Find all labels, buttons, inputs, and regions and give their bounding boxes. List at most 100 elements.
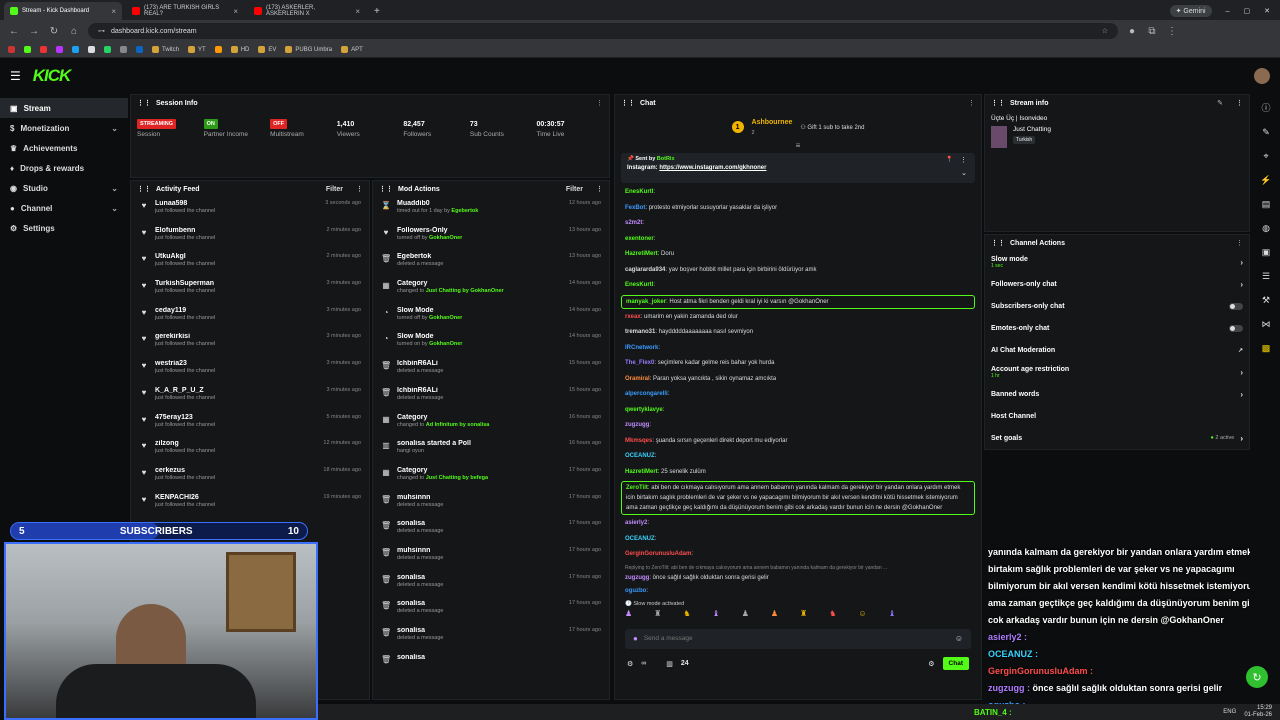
bookmark-icon[interactable] (88, 46, 95, 53)
menu-dots-icon[interactable]: ⋮ (1166, 26, 1178, 37)
info-icon[interactable]: ⓘ (1261, 101, 1270, 114)
activity-row[interactable]: ♥ Lunaa598 just followed the channel 3 seco… (131, 197, 369, 224)
mod-action-row[interactable]: ◔ Slow Mode turned on by GokhanOner 14 hour… (373, 330, 609, 357)
extensions-puzzle-icon[interactable]: ⧉ (1146, 26, 1158, 37)
chat-username[interactable]: GerginGorunusluAdam (625, 551, 691, 557)
external-link-icon[interactable]: ↗ (1238, 347, 1243, 354)
mod-action-row[interactable]: 🗑 muhsinnn deleted a message 17 hours ago (373, 491, 609, 518)
chat-message-highlighted[interactable]: ZeroTilt: abi ben de cıkmaya calısıyorum… (621, 481, 975, 515)
mod-action-row[interactable]: ▥ sonalisa started a Poll hangi oyun 16 ho… (373, 437, 609, 464)
chat-username[interactable]: asierly2 (625, 520, 647, 526)
mod-action-highlight[interactable]: Just Chatting by befega (426, 475, 488, 481)
activity-user[interactable]: UtkuAkgl (155, 253, 320, 260)
activity-user[interactable]: Lunaa598 (155, 200, 319, 207)
chat-username[interactable]: OCEANUZ (625, 536, 655, 542)
emote-icon[interactable]: ♜ (654, 609, 661, 623)
mod-action-row[interactable]: 🗑 IchbinR6ALi deleted a message 15 hours a… (373, 384, 609, 411)
browser-tab-kick[interactable]: Stream - Kick Dashboard × (4, 2, 122, 20)
chat-message[interactable]: GerginGorunusluAdam: (615, 547, 981, 563)
more-options-icon[interactable]: ⋮ (1236, 239, 1243, 247)
chat-message[interactable]: IRCnetwork: (615, 341, 981, 357)
bookmark-twitch[interactable]: Twitch (152, 46, 179, 53)
hamburger-menu-icon[interactable]: ☰ (10, 69, 21, 83)
channel-action-banned-words[interactable]: Banned words › (985, 383, 1249, 405)
chat-message[interactable]: zugzugg: önce sağlıl sağlık olduktan son… (615, 573, 981, 583)
lightning-icon[interactable]: ⚡ (1260, 175, 1271, 186)
close-tab-icon[interactable]: × (233, 7, 238, 16)
chat-message[interactable]: caglararda934: yav boşver hobbit millet … (615, 263, 981, 279)
more-options-icon[interactable]: ⋮ (596, 185, 603, 193)
mod-action-row[interactable]: ⌛ Muaddib0 timed out for 1 day by Egeberto… (373, 197, 609, 224)
infinity-icon[interactable]: ∞ (641, 660, 646, 667)
activity-user[interactable]: KENPACHI26 (155, 494, 317, 501)
channel-action-ai-chat-moderation[interactable]: AI Chat Moderation ↗ (985, 339, 1249, 361)
settings-icon[interactable]: ⚙ (627, 660, 633, 668)
mod-action-row[interactable]: 🗑 sonalisa deleted a message 17 hours ago (373, 571, 609, 598)
activity-user[interactable]: Elofumbenn (155, 227, 320, 234)
emote-icon[interactable]: ♟ (625, 609, 632, 623)
mod-action-highlight[interactable]: Egebertok (451, 208, 478, 214)
toggle-switch[interactable] (1229, 302, 1243, 310)
emote-icon[interactable]: ♞ (829, 609, 836, 623)
activity-user[interactable]: TurkishSuperman (155, 280, 320, 287)
activity-row[interactable]: ♥ gerekirkisi just followed the channel 3 m… (131, 330, 369, 357)
mod-action-highlight[interactable]: GokhanOner (429, 235, 462, 241)
chat-message[interactable]: HazretiMert: Doru (615, 247, 981, 263)
gift-sub-button[interactable]: ⚇ Gift 1 sub to take 2nd (800, 124, 864, 131)
mod-action-highlight[interactable]: Ad Infinitum by sonalisa (426, 422, 490, 428)
keyboard-language[interactable]: ENG (1223, 709, 1236, 715)
pencil-icon[interactable]: ✎ (1262, 127, 1270, 138)
activity-row[interactable]: ♥ KENPACHI26 just followed the channel 19 m… (131, 491, 369, 518)
emote-icon[interactable]: ♜ (800, 609, 807, 623)
filter-button[interactable]: Filter (326, 186, 343, 193)
chat-username[interactable]: s2m2t (625, 220, 642, 226)
chat-username[interactable]: EnesKurtl (625, 189, 653, 195)
bookmark-pubg[interactable]: PUBG Umbra (285, 46, 332, 53)
chat-message[interactable]: s2m2t: (615, 216, 981, 232)
activity-row[interactable]: ♥ zilzong just followed the channel 12 minu… (131, 437, 369, 464)
chat-bubble-icon[interactable]: ◍ (1262, 223, 1270, 234)
chat-message[interactable]: Oramiral: Paran yoksa yancıkta , sikin o… (615, 372, 981, 388)
activity-user[interactable]: westria23 (155, 360, 320, 367)
bookmark-icon[interactable] (56, 46, 63, 53)
chat-input[interactable] (643, 635, 949, 642)
sidebar-item-studio[interactable]: ◉ Studio ⌄ (0, 178, 128, 198)
activity-user[interactable]: cerkezus (155, 467, 317, 474)
site-info-icon[interactable]: ⊶ (98, 27, 105, 35)
chat-username[interactable]: The_Flex0 (625, 360, 654, 366)
activity-user[interactable]: gerekirkisi (155, 333, 320, 340)
chat-username[interactable]: alpercongarelli (625, 391, 668, 397)
bookmark-icon[interactable] (40, 46, 47, 53)
pinned-link[interactable]: https://www.instagram.com/gkhnoner (659, 165, 766, 171)
gemini-button[interactable]: ✦ Gemini (1169, 5, 1212, 17)
channel-action-account-age-restriction[interactable]: Account age restriction 1 hr › (985, 361, 1249, 383)
bookmark-apt[interactable]: APT (341, 46, 363, 53)
mod-action-highlight[interactable]: GokhanOner (429, 315, 462, 321)
mod-action-row[interactable]: 🗑 IchbinR6ALi deleted a message 15 hours a… (373, 357, 609, 384)
unpin-icon[interactable]: 📍 (946, 156, 953, 163)
activity-row[interactable]: ♥ ceday119 just followed the channel 3 minu… (131, 304, 369, 331)
toggle-switch[interactable] (1229, 324, 1243, 332)
chat-message[interactable]: oguzbo: (615, 583, 981, 599)
drag-handle-icon[interactable]: ⋮⋮ (991, 99, 1005, 107)
avatar[interactable] (1254, 68, 1270, 84)
chat-message[interactable]: exentoner: (615, 232, 981, 248)
drag-handle-icon[interactable]: ⋮⋮ (379, 185, 393, 193)
chat-username[interactable]: ZeroTilt (626, 485, 648, 491)
bookmark-icon[interactable] (72, 46, 79, 53)
mod-action-row[interactable]: 🗑 muhsinnn deleted a message 17 hours ago (373, 544, 609, 571)
more-options-icon[interactable]: ⋮ (596, 99, 603, 107)
chat-message[interactable]: tremano31: haydddddaaaaaaaa nasıl sevmiy… (615, 325, 981, 341)
chat-username[interactable]: EnesKurtl (625, 282, 653, 288)
bookmark-yt[interactable]: YT (188, 46, 206, 53)
kick-logo[interactable]: KICK (33, 66, 72, 86)
chat-username[interactable]: Mkmsqes (625, 438, 652, 444)
browser-tab-youtube-1[interactable]: (173) ARE TURKISH GIRLS REAL? × (126, 2, 244, 20)
chat-message[interactable]: OCEANUZ: (615, 449, 981, 465)
channel-action-subscribers-only-chat[interactable]: Subscribers-only chat (985, 295, 1249, 317)
chevron-down-icon[interactable]: ⌄ (961, 169, 967, 177)
more-options-icon[interactable]: ⋮ (968, 99, 975, 107)
chat-message[interactable]: Mkmsqes: şuanda sırsın geçenleri direkt … (615, 434, 981, 450)
mod-action-row[interactable]: ▦ Category changed to Just Chatting by Gok… (373, 277, 609, 304)
target-icon[interactable]: ⌖ (1263, 151, 1268, 162)
